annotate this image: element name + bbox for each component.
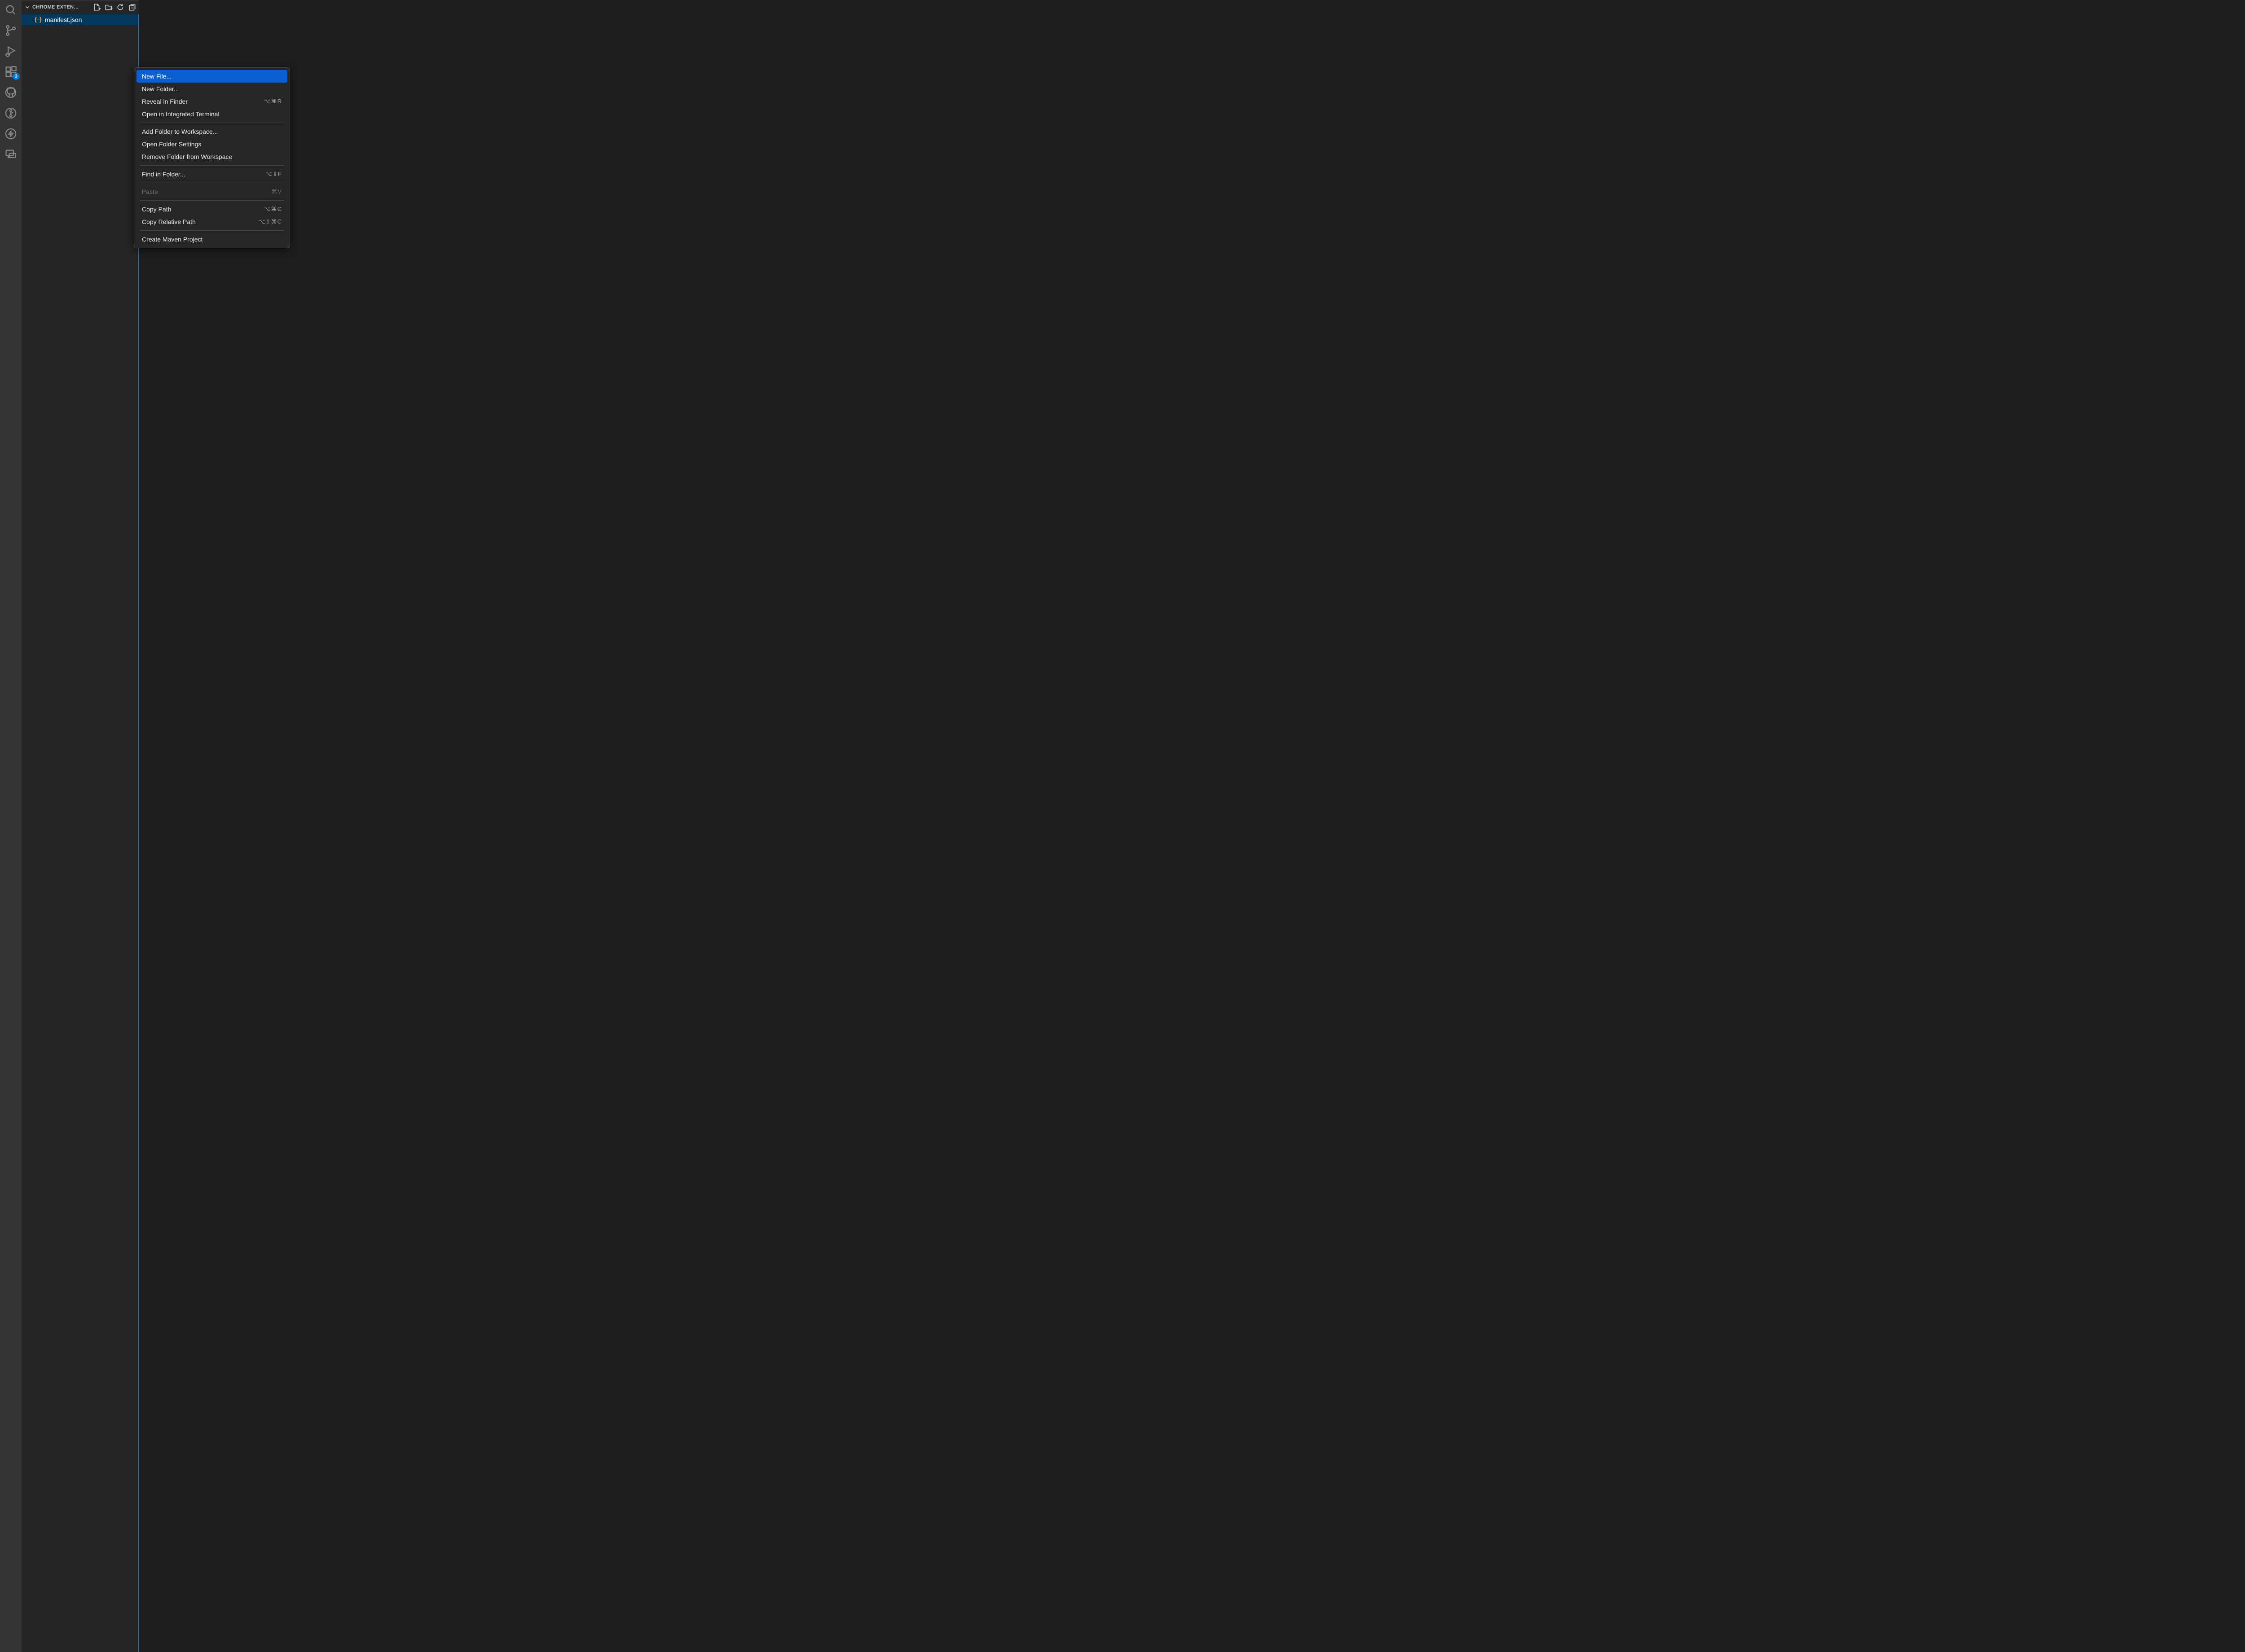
context-menu-item-label: New Folder...	[142, 84, 179, 93]
context-menu-item[interactable]: Open Folder Settings	[136, 138, 287, 150]
context-menu-separator	[140, 165, 284, 166]
context-menu-item[interactable]: Copy Relative Path ⌥⇧⌘C	[136, 215, 287, 228]
extensions-icon[interactable]: 3	[4, 66, 17, 78]
explorer-sidebar: CHROME EXTEN… manifest.json	[22, 0, 139, 1652]
context-menu-separator	[140, 230, 284, 231]
context-menu-item-label: New File...	[142, 72, 172, 81]
activity-bar: 3	[0, 0, 22, 1652]
file-tree-item[interactable]: manifest.json	[22, 14, 138, 25]
refresh-icon[interactable]	[116, 3, 124, 11]
new-file-icon[interactable]	[93, 3, 101, 11]
explorer-section-header[interactable]: CHROME EXTEN…	[22, 0, 139, 14]
context-menu-item[interactable]: Reveal in Finder ⌥⌘R	[136, 95, 287, 108]
context-menu-item-shortcut: ⌥⇧⌘C	[259, 217, 282, 226]
context-menu-item-shortcut: ⌘V	[271, 187, 282, 196]
context-menu-item-shortcut: ⌥⌘C	[264, 205, 282, 214]
extensions-badge: 3	[13, 73, 20, 80]
new-folder-icon[interactable]	[105, 3, 113, 11]
context-menu-item-label: Create Maven Project	[142, 235, 202, 244]
context-menu-item[interactable]: Open in Integrated Terminal	[136, 108, 287, 120]
chevron-down-icon	[24, 4, 31, 10]
context-menu-item-label: Remove Folder from Workspace	[142, 152, 232, 161]
file-name-label: manifest.json	[45, 16, 82, 23]
context-menu-item-label: Open in Integrated Terminal	[142, 110, 220, 119]
context-menu: New File... New Folder... Reveal in Finder…	[134, 67, 290, 248]
context-menu-item[interactable]: Find in Folder... ⌥⇧F	[136, 168, 287, 180]
gitlens-icon[interactable]	[4, 107, 17, 119]
context-menu-item[interactable]: Create Maven Project	[136, 233, 287, 246]
collapse-all-icon[interactable]	[128, 3, 136, 11]
json-file-icon	[34, 16, 42, 24]
context-menu-item[interactable]: Copy Path ⌥⌘C	[136, 203, 287, 215]
context-menu-item[interactable]: Add Folder to Workspace...	[136, 125, 287, 138]
editor-area	[139, 0, 2245, 1652]
explorer-section-actions	[93, 3, 137, 11]
run-debug-icon[interactable]	[4, 45, 17, 57]
source-control-icon[interactable]	[4, 24, 17, 37]
context-menu-item[interactable]: Remove Folder from Workspace	[136, 150, 287, 163]
context-menu-item-label: Open Folder Settings	[142, 140, 201, 149]
context-menu-item-label: Copy Path	[142, 205, 171, 214]
context-menu-item-shortcut: ⌥⇧F	[265, 170, 282, 179]
context-menu-item-label: Paste	[142, 187, 158, 196]
context-menu-item[interactable]: New Folder...	[136, 83, 287, 95]
search-icon[interactable]	[4, 4, 17, 16]
explorer-section-title: CHROME EXTEN…	[32, 4, 91, 10]
comments-icon[interactable]	[4, 148, 17, 161]
context-menu-item: Paste ⌘V	[136, 185, 287, 198]
bolt-icon[interactable]	[4, 127, 17, 140]
context-menu-item-label: Reveal in Finder	[142, 97, 188, 106]
github-icon[interactable]	[4, 86, 17, 99]
context-menu-item[interactable]: New File...	[136, 70, 287, 83]
context-menu-item-label: Find in Folder...	[142, 170, 185, 179]
context-menu-separator	[140, 200, 284, 201]
context-menu-item-shortcut: ⌥⌘R	[264, 97, 282, 106]
context-menu-item-label: Add Folder to Workspace...	[142, 127, 218, 136]
file-tree: manifest.json	[22, 14, 139, 1652]
context-menu-item-label: Copy Relative Path	[142, 217, 196, 226]
